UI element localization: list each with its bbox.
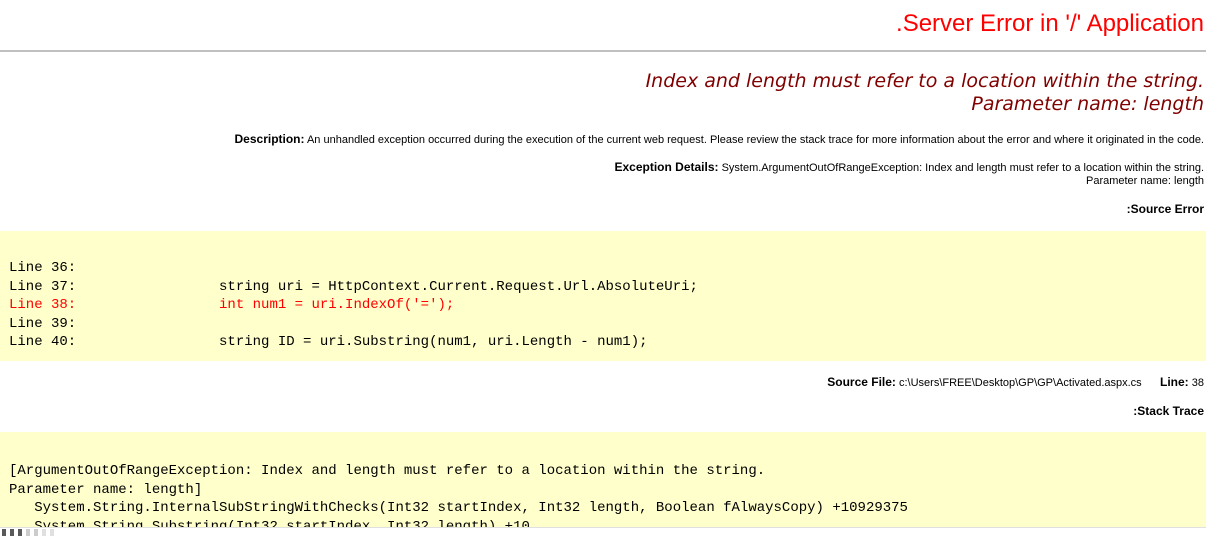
source-line-39: Line 39: — [9, 315, 77, 332]
stack-trace-code: [ArgumentOutOfRangeException: Index and … — [0, 432, 1206, 536]
exception-details-line2: Parameter name: length — [1085, 175, 1204, 187]
scrollbar-grip[interactable] — [26, 529, 30, 536]
error-heading: Index and length must refer to a locatio… — [646, 70, 1204, 116]
scrollbar-grip[interactable] — [10, 529, 14, 536]
stack-trace-line: System.String.InternalSubStringWithCheck… — [9, 500, 908, 516]
scrollbar-grip[interactable] — [18, 529, 22, 536]
stack-trace-line: Parameter name: length] — [9, 481, 203, 498]
error-message-line2: Parameter name: length — [971, 93, 1204, 115]
source-file-label: Source File: — [827, 375, 896, 389]
error-message-line1: Index and length must refer to a locatio… — [645, 70, 1204, 92]
exception-details-line1: Exception Details: System.ArgumentOutOfR… — [614, 161, 1204, 175]
source-line-label: Line: — [1160, 375, 1189, 389]
scrollbar-grip[interactable] — [42, 529, 46, 536]
exception-details-label: Exception Details: — [614, 160, 719, 174]
scrollbar-grip[interactable] — [34, 529, 38, 536]
source-line-36: Line 36: — [9, 260, 77, 276]
description-label: Description: — [234, 132, 305, 146]
page-title: .Server Error in '/' Application — [896, 10, 1204, 37]
source-line-40: Line 40: string ID = uri.Substring(num1,… — [9, 334, 648, 350]
description: Description: An unhandled exception occu… — [235, 133, 1205, 147]
source-line-number: 38 — [1191, 377, 1204, 389]
source-file: Source File: c:\Users\FREE\Desktop\GP\GP… — [827, 376, 1204, 390]
horizontal-scrollbar[interactable] — [0, 527, 1206, 536]
exception-details-text: System.ArgumentOutOfRangeException: Inde… — [721, 162, 1204, 174]
stack-trace-line: [ArgumentOutOfRangeException: Index and … — [9, 463, 766, 479]
source-file-path: c:\Users\FREE\Desktop\GP\GP\Activated.as… — [898, 377, 1142, 389]
source-line-37: Line 37: string uri = HttpContext.Curren… — [9, 278, 698, 295]
description-text: An unhandled exception occurred during t… — [306, 134, 1204, 146]
stack-trace-label: :Stack Trace — [1133, 404, 1204, 418]
page-header: .Server Error in '/' Application — [0, 0, 1206, 52]
scrollbar-grip[interactable] — [2, 529, 6, 536]
source-error-code: Line 36: Line 37: string uri = HttpConte… — [0, 231, 1206, 361]
scrollbar-grip[interactable] — [50, 529, 54, 536]
source-line-38-highlighted: Line 38: int num1 = uri.IndexOf('='); — [9, 297, 455, 313]
exception-details: Exception Details: System.ArgumentOutOfR… — [614, 161, 1204, 188]
source-error-label: :Source Error — [1126, 202, 1204, 216]
